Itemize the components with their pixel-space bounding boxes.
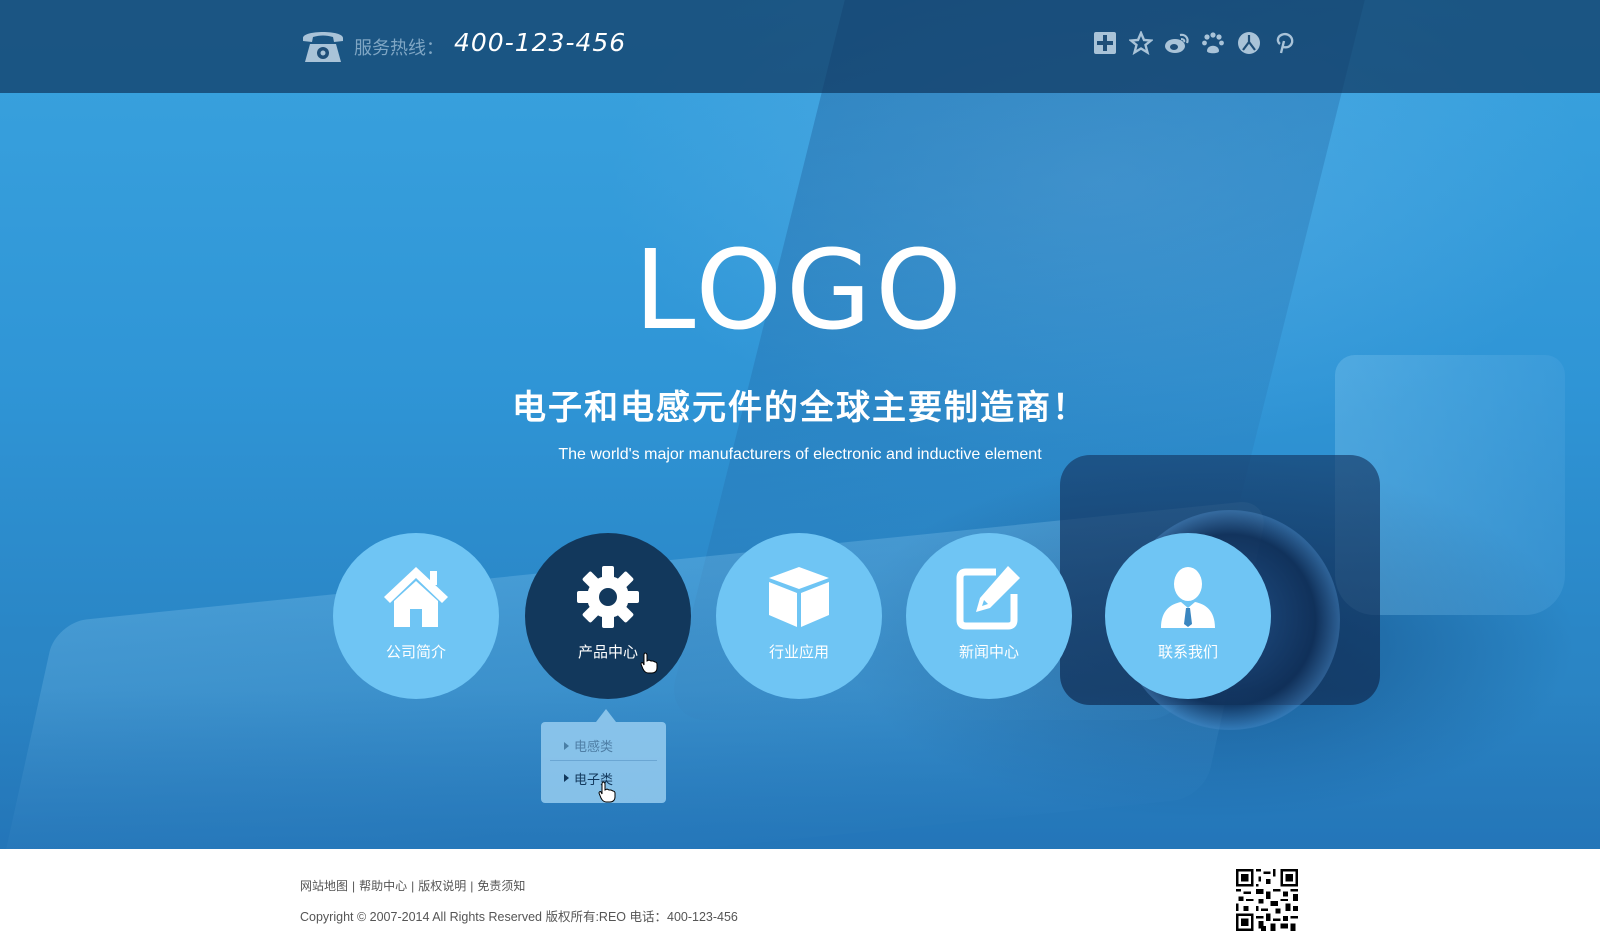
nav-label: 行业应用	[768, 644, 829, 661]
nav-item-news-center[interactable]: 新闻中心	[906, 533, 1072, 699]
top-bar: 服务热线： 400-123-456	[0, 0, 1600, 93]
share-icons	[1092, 30, 1298, 60]
nav-item-contact-us[interactable]: 联系我们	[1105, 533, 1271, 699]
renren-icon[interactable]	[1236, 30, 1262, 56]
telephone-icon	[303, 32, 343, 62]
submenu-arrow	[596, 709, 616, 722]
background-floor	[0, 689, 1600, 849]
footer-link-copyright[interactable]: 版权说明	[418, 879, 466, 893]
qr-code-icon	[1236, 869, 1298, 931]
nav-item-company-profile[interactable]: 公司简介	[333, 533, 499, 699]
slogan-english: The world's major manufacturers of elect…	[558, 446, 1042, 463]
home-icon	[380, 561, 452, 633]
user-icon	[1152, 561, 1224, 633]
star-icon[interactable]	[1128, 30, 1154, 56]
edit-icon	[953, 561, 1025, 633]
nav-label: 联系我们	[1157, 644, 1218, 661]
submenu-label: 电感类	[574, 739, 614, 754]
weibo-icon[interactable]	[1164, 30, 1190, 56]
nav-label: 产品中心	[577, 644, 638, 661]
footer-link-disclaimer[interactable]: 免责须知	[477, 879, 525, 893]
copyright-text: Copyright © 2007-2014 All Rights Reserve…	[300, 910, 738, 924]
footer: 网站地图 | 帮助中心 | 版权说明 | 免责须知 Copyright © 2007-201…	[0, 849, 1600, 950]
footer-link-help[interactable]: 帮助中心	[359, 879, 407, 893]
hand-cursor-icon	[598, 781, 616, 803]
slogan-chinese: 电子和电感元件的全球主要制造商！	[512, 389, 1088, 427]
submenu-item-inductor[interactable]: 电感类	[550, 731, 657, 761]
pinterest-icon[interactable]	[1272, 30, 1298, 56]
plus-square-icon[interactable]	[1092, 30, 1118, 56]
nav-item-industry-application[interactable]: 行业应用	[716, 533, 882, 699]
hero-banner: 服务热线： 400-123-456 LOGO 电子和电感元件的全球主要制造商！	[0, 0, 1600, 849]
nav-label: 公司简介	[385, 644, 446, 661]
footer-link-sitemap[interactable]: 网站地图	[300, 879, 348, 893]
baidu-icon[interactable]	[1200, 30, 1226, 56]
site-logo[interactable]: LOGO	[0, 226, 1600, 354]
gear-icon	[572, 561, 644, 633]
caret-right-icon	[564, 774, 569, 782]
hotline-label: 服务热线：	[354, 38, 444, 58]
box-icon	[763, 561, 835, 633]
hotline-number: 400-123-456	[454, 28, 627, 57]
caret-right-icon	[564, 742, 569, 750]
nav-item-product-center[interactable]: 产品中心	[525, 533, 691, 699]
hand-cursor-icon	[640, 652, 658, 674]
footer-links: 网站地图 | 帮助中心 | 版权说明 | 免责须知	[300, 879, 526, 893]
nav-label: 新闻中心	[958, 644, 1019, 661]
